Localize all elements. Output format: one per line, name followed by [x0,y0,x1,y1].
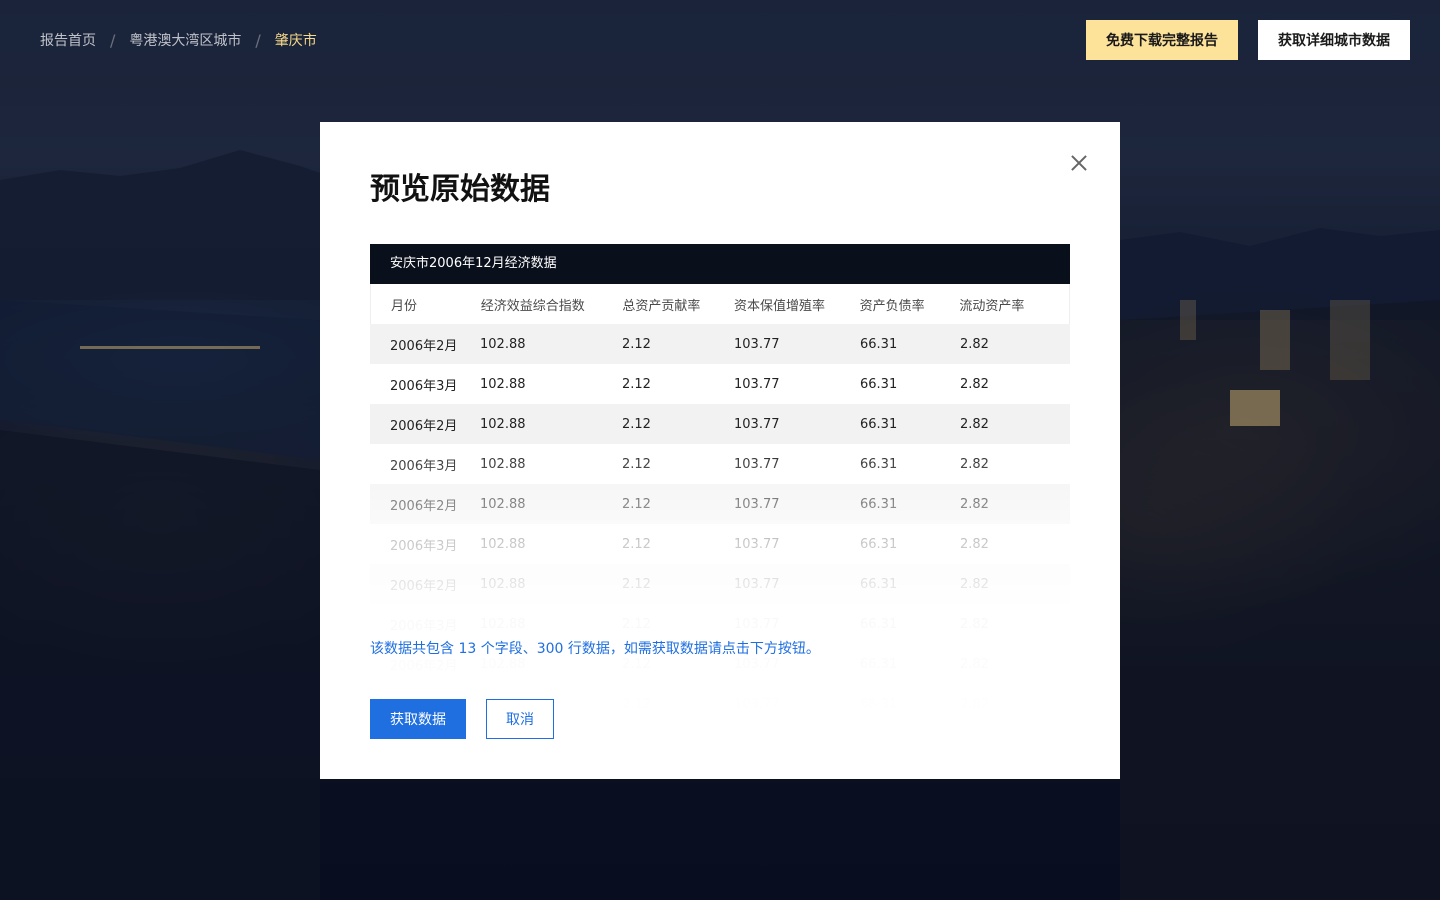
table-cell: 103.77 [734,656,780,672]
table-cell: 66.31 [860,536,898,552]
table-cell: 2.12 [622,376,651,392]
table-row: 2006年3月 102.88 2.12 103.77 66.31 2.82 [370,444,1070,484]
table-cell: 2006年3月 [390,538,458,554]
table-row: 2006年2月 102.88 2.12 103.77 66.31 2.82 [370,484,1070,524]
table-body: 2006年2月 102.88 2.12 103.77 66.31 2.82 20… [370,324,1070,724]
table-cell: 66.31 [860,376,898,392]
table-cell: 66.31 [860,576,898,592]
table-cell: 2.12 [622,576,651,592]
table-cell: 2.82 [960,616,989,632]
table-cell: 103.77 [734,696,780,712]
table-cell: 2.82 [960,376,989,392]
cancel-button[interactable]: 取消 [486,699,554,739]
modal-title: 预览原始数据 [370,172,550,207]
table-cell: 66.31 [860,616,898,632]
table-cell: 2.82 [960,656,989,672]
table-cell: 103.77 [734,416,780,432]
table-cell: 103.77 [734,376,780,392]
table-cell: 66.31 [860,336,898,352]
table-cell: 2.82 [960,576,989,592]
breadcrumb-separator: / [110,30,116,50]
table-row: 2006年2月 102.88 2.12 103.77 66.31 2.82 [370,564,1070,604]
table-cell: 2006年3月 [390,458,458,474]
table-cell: 2.12 [622,656,651,672]
table-cell: 2.82 [960,496,989,512]
table-cell: 2.12 [622,416,651,432]
table-row: 2006年2月 102.88 2.12 103.77 66.31 2.82 [370,404,1070,444]
table-cell: 2006年3月 [390,378,458,394]
table-cell: 102.88 [480,336,526,352]
table-cell: 103.77 [734,576,780,592]
table-cell: 2006年2月 [390,338,458,354]
table-cell: 102.88 [480,616,526,632]
table-cell: 66.31 [860,656,898,672]
table-header: 月份 经济效益综合指数 总资产贡献率 资本保值增殖率 资产负债率 流动资产率 [370,284,1070,324]
table-cell: 102.88 [480,376,526,392]
get-data-button[interactable]: 获取数据 [370,699,466,739]
table-cell: 2.12 [622,336,651,352]
city-data-button[interactable]: 获取详细城市数据 [1258,20,1410,60]
table-cell: 103.77 [734,616,780,632]
table-cell: 103.77 [734,456,780,472]
table-cell: 102.88 [480,456,526,472]
breadcrumb-gba-cities[interactable]: 粤港澳大湾区城市 [129,30,241,50]
table-cell: 102.88 [480,536,526,552]
breadcrumb: 报告首页 / 粤港澳大湾区城市 / 肇庆市 [40,28,317,52]
download-report-button[interactable]: 免费下载完整报告 [1086,20,1238,60]
table-cell: 2006年2月 [390,498,458,514]
table-cell: 102.88 [480,496,526,512]
table-cell: 103.77 [734,496,780,512]
column-header: 资产负债率 [859,298,925,314]
column-header: 月份 [391,298,418,314]
breadcrumb-separator: / [255,30,261,50]
table-cell: 102.88 [480,576,526,592]
table-cell: 2.82 [960,536,989,552]
table-row: 2006年2月 102.88 2.12 103.77 66.31 2.82 [370,324,1070,364]
column-header: 流动资产率 [959,298,1025,314]
table-row: 2006年3月 102.88 2.12 103.77 66.31 2.82 [370,524,1070,564]
column-header: 经济效益综合指数 [480,298,585,314]
close-icon[interactable] [1066,150,1092,176]
modal-actions: 获取数据 取消 [370,699,554,739]
table-cell: 2.82 [960,696,989,712]
column-header: 总资产贡献率 [622,298,701,314]
table-row: 2006年3月 102.88 2.12 103.77 66.31 2.82 [370,364,1070,404]
table-cell: 66.31 [860,416,898,432]
column-header: 资本保值增殖率 [733,298,825,314]
table-cell: 2.82 [960,456,989,472]
table-cell: 103.77 [734,536,780,552]
preview-data-modal: 预览原始数据 安庆市2006年12月经济数据 月份 经济效益综合指数 总资产贡献… [320,122,1120,779]
table-cell: 2006年3月 [390,618,458,634]
table-cell: 2006年2月 [390,418,458,434]
table-cell: 66.31 [860,696,898,712]
table-cell: 66.31 [860,496,898,512]
table-cell: 2.12 [622,696,651,712]
table-cell: 2.12 [622,496,651,512]
table-cell: 66.31 [860,456,898,472]
breadcrumb-home[interactable]: 报告首页 [40,30,96,50]
table-cell: 2.12 [622,536,651,552]
data-summary-text: 该数据共包含 13 个字段、300 行数据，如需获取数据请点击下方按钮。 [370,641,820,657]
top-actions: 免费下载完整报告 获取详细城市数据 [1086,20,1410,60]
table-cell: 102.88 [480,416,526,432]
table-cell: 2.82 [960,336,989,352]
table-cell: 2.12 [622,456,651,472]
table-caption: 安庆市2006年12月经济数据 [370,244,1070,284]
breadcrumb-current: 肇庆市 [274,33,317,49]
table-cell: 2.12 [622,616,651,632]
table-cell: 2006年2月 [390,578,458,594]
table-cell: 102.88 [480,656,526,672]
table-cell: 103.77 [734,336,780,352]
table-cell: 2.82 [960,416,989,432]
